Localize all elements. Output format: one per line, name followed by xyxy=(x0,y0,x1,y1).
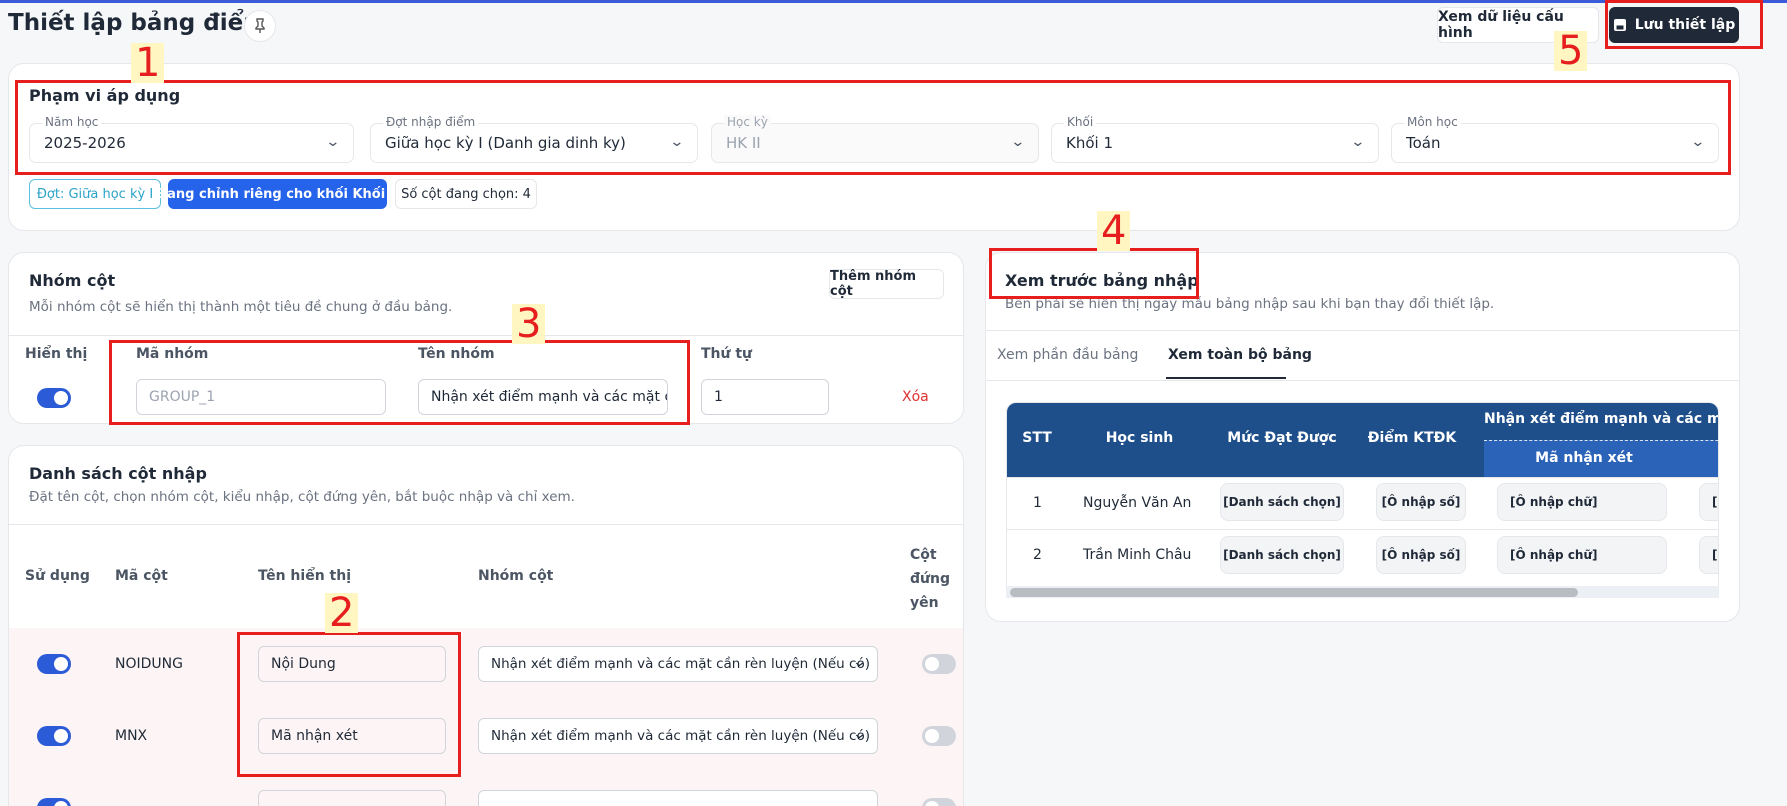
select-value: Nhận xét điểm mạnh và các mặt cần rèn lu… xyxy=(491,656,870,672)
divider xyxy=(986,330,1739,331)
grade-override-chip: Đang chỉnh riêng cho khối Khối 1 xyxy=(156,179,399,209)
add-column-group-button[interactable]: Thêm nhóm cột xyxy=(829,269,944,299)
row-stt: 1 xyxy=(1033,495,1042,511)
column-frozen-toggle[interactable] xyxy=(922,726,956,746)
column-count-chip: Số cột đang chọn: 4 xyxy=(395,179,537,209)
tab-full-view[interactable]: Xem toàn bộ bảng xyxy=(1168,347,1312,363)
chevron-down-icon: ⌄ xyxy=(852,655,867,670)
row-divider xyxy=(1007,529,1718,530)
column-use-toggle[interactable] xyxy=(37,726,71,746)
annotation-label-5: 5 xyxy=(1554,31,1588,71)
th-comment-group: Nhận xét điểm mạnh và các mặt c xyxy=(1484,411,1718,427)
group-visible-toggle[interactable] xyxy=(37,388,71,408)
annotation-box-5 xyxy=(1605,0,1763,49)
select-value: Nhận xét điểm mạnh và các mặt cần rèn lu… xyxy=(491,728,870,744)
column-group-select[interactable] xyxy=(478,790,878,806)
preview-table: STT Học sinh Mức Đạt Được Điểm KTĐK Nhận… xyxy=(1006,402,1719,598)
col-header-column-group: Nhóm cột xyxy=(478,568,554,584)
col-header-use: Sử dụng xyxy=(25,568,90,584)
group-order-input[interactable]: 1 xyxy=(701,379,829,415)
cell-text: [Ô nhập chữ] xyxy=(1497,536,1667,574)
divider xyxy=(9,335,963,336)
col-header-column-code: Mã cột xyxy=(115,568,168,584)
pin-icon xyxy=(255,18,265,33)
column-frozen-toggle[interactable] xyxy=(922,798,956,806)
cell-number: [Ô nhập số] xyxy=(1376,536,1466,574)
th-test-score: Điểm KTĐK xyxy=(1367,430,1457,446)
column-groups-title: Nhóm cột xyxy=(29,271,116,290)
period-chip: Đợt: Giữa học kỳ I xyxy=(29,179,161,209)
cell-number: [Ô nhập số] xyxy=(1376,483,1466,521)
col-header-order: Thứ tự xyxy=(701,346,753,362)
th-student: Học sinh xyxy=(1105,430,1174,446)
tab-header-view[interactable]: Xem phần đầu bảng xyxy=(997,347,1138,363)
cell-dropdown: [Danh sách chọn] xyxy=(1220,536,1344,574)
cell-text: [Ô nhập chữ] xyxy=(1497,483,1667,521)
divider xyxy=(986,380,1739,381)
th-stt: STT xyxy=(1022,430,1052,446)
column-list-subtitle: Đặt tên cột, chọn nhóm cột, kiểu nhập, c… xyxy=(29,489,575,505)
column-display-input[interactable] xyxy=(258,790,446,806)
top-accent-bar xyxy=(0,0,1787,3)
row-student-name: Trần Minh Châu xyxy=(1083,547,1192,563)
cell-clipped: [C xyxy=(1699,483,1718,521)
column-group-select[interactable]: Nhận xét điểm mạnh và các mặt cần rèn lu… xyxy=(478,718,878,754)
column-use-toggle[interactable] xyxy=(37,654,71,674)
pin-button[interactable] xyxy=(244,10,276,42)
annotation-label-4: 4 xyxy=(1097,211,1131,251)
cell-clipped: [C xyxy=(1699,536,1718,574)
column-use-toggle[interactable] xyxy=(37,798,71,806)
preview-table-header: STT Học sinh Mức Đạt Được Điểm KTĐK Nhận… xyxy=(1007,403,1718,477)
page-title: Thiết lập bảng điểm xyxy=(8,10,268,36)
col-header-show: Hiển thị xyxy=(25,346,88,362)
column-code: MNX xyxy=(115,728,148,744)
annotation-label-3: 3 xyxy=(512,304,546,344)
divider xyxy=(9,524,963,525)
active-tab-indicator xyxy=(1166,377,1286,379)
column-group-select[interactable]: Nhận xét điểm mạnh và các mặt cần rèn lu… xyxy=(478,646,878,682)
annotation-box-4 xyxy=(989,248,1199,299)
preview-horizontal-scrollbar[interactable] xyxy=(1006,586,1719,598)
row-student-name: Nguyễn Văn An xyxy=(1083,495,1192,511)
th-achievement: Mức Đạt Được xyxy=(1227,430,1337,446)
annotation-label-1: 1 xyxy=(131,43,165,83)
scrollbar-thumb[interactable] xyxy=(1010,588,1578,597)
column-list-title: Danh sách cột nhập xyxy=(29,464,207,483)
column-groups-subtitle: Mỗi nhóm cột sẽ hiển thị thành một tiêu … xyxy=(29,299,453,315)
annotation-box-2 xyxy=(237,632,461,777)
col-header-display-name: Tên hiển thị xyxy=(258,568,351,584)
col-header-frozen: Cột đứng yên xyxy=(910,547,950,611)
chevron-down-icon: ⌄ xyxy=(852,727,867,742)
row-divider xyxy=(1007,477,1718,478)
th-comment-code: Mã nhận xét xyxy=(1535,450,1633,466)
annotation-box-3 xyxy=(109,340,690,425)
row-stt: 2 xyxy=(1033,547,1042,563)
column-frozen-toggle[interactable] xyxy=(922,654,956,674)
cell-dropdown: [Danh sách chọn] xyxy=(1220,483,1344,521)
annotation-box-1 xyxy=(15,80,1731,175)
delete-group-link[interactable]: Xóa xyxy=(902,389,929,405)
annotation-label-2: 2 xyxy=(325,593,359,633)
column-code: NOIDUNG xyxy=(115,656,183,672)
